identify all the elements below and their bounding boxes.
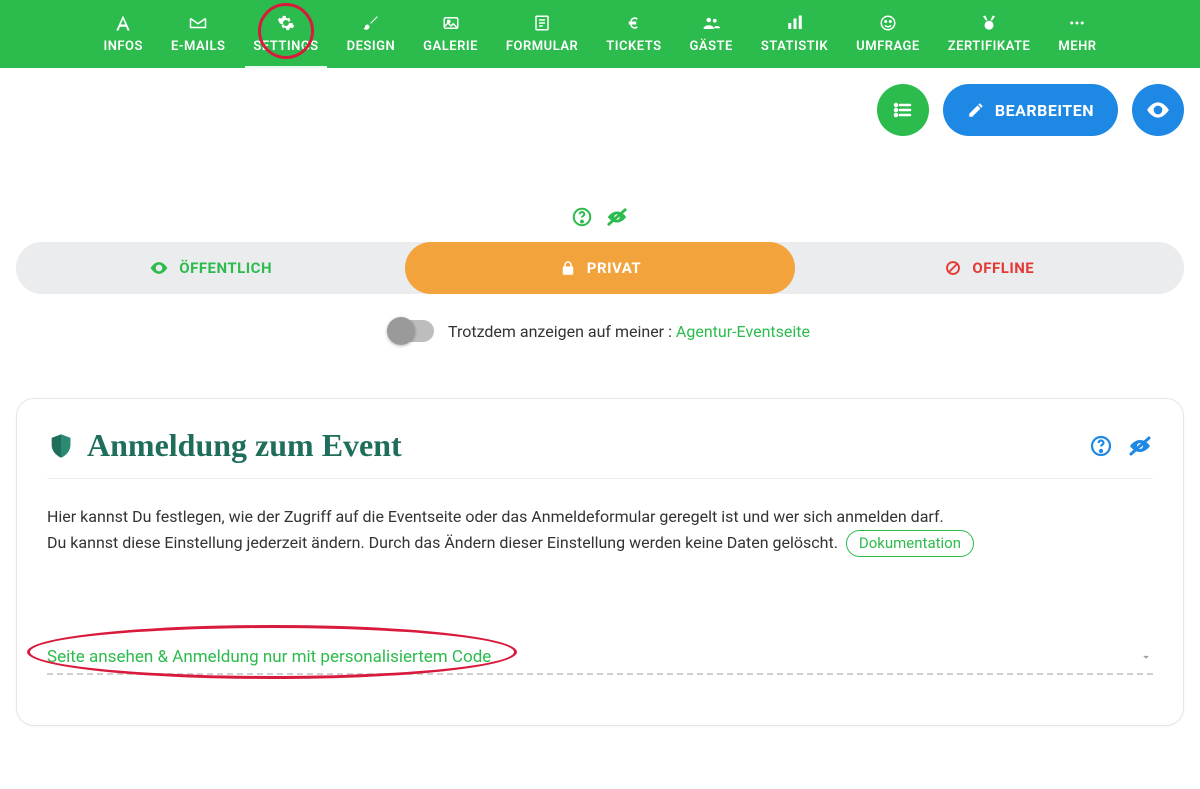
nav-item-tickets[interactable]: TICKETS	[592, 13, 675, 68]
nav-label: STATISTIK	[761, 39, 828, 54]
nav-item-zertifikate[interactable]: ZERTIFIKATE	[934, 13, 1045, 68]
segment-offline[interactable]: OFFLINE	[795, 242, 1184, 294]
image-icon	[441, 13, 461, 33]
event-registration-card: Anmeldung zum Event Hier kannst Du festl…	[16, 398, 1184, 726]
segment-public-label: ÖFFENTLICH	[179, 259, 272, 277]
nav-label: MEHR	[1058, 39, 1096, 54]
nav-label: TICKETS	[606, 39, 661, 54]
help-icon[interactable]	[1089, 434, 1113, 458]
nav-label: GÄSTE	[690, 39, 733, 54]
users-icon	[701, 13, 721, 33]
shield-icon	[47, 432, 75, 460]
nav-item-settings[interactable]: SETTINGS	[239, 13, 332, 68]
envelope-icon	[188, 13, 208, 33]
pencil-icon	[967, 101, 985, 119]
top-nav: INFOS E-MAILS SETTINGS DESIGN GALERIE FO…	[0, 0, 1200, 68]
nav-item-statistik[interactable]: STATISTIK	[747, 13, 842, 68]
smile-icon	[878, 13, 898, 33]
segment-private-label: PRIVAT	[587, 259, 641, 277]
show-anyway-prefix: Trotzdem anzeigen auf meiner :	[448, 322, 672, 341]
documentation-link[interactable]: Dokumentation	[846, 530, 974, 557]
euro-icon	[624, 13, 644, 33]
nav-item-umfrage[interactable]: UMFRAGE	[842, 13, 934, 68]
nav-label: INFOS	[103, 39, 142, 54]
card-desc-line1: Hier kannst Du festlegen, wie der Zugrif…	[47, 505, 1153, 530]
help-icon[interactable]	[571, 206, 593, 228]
bars-icon	[785, 13, 805, 33]
visibility-segment: ÖFFENTLICH PRIVAT OFFLINE	[16, 242, 1184, 294]
show-anyway-row: Trotzdem anzeigen auf meiner : Agentur-E…	[0, 320, 1200, 342]
segment-public[interactable]: ÖFFENTLICH	[16, 242, 405, 294]
nav-label: GALERIE	[423, 39, 478, 54]
nav-label: DESIGN	[347, 39, 396, 54]
nav-label: UMFRAGE	[856, 39, 920, 54]
card-title: Anmeldung zum Event	[87, 427, 402, 464]
agency-page-link[interactable]: Agentur-Eventseite	[676, 322, 810, 341]
access-mode-select[interactable]: Seite ansehen & Anmeldung nur mit person…	[47, 647, 1153, 675]
nav-item-gaeste[interactable]: GÄSTE	[676, 13, 747, 68]
ban-icon	[944, 259, 962, 277]
nav-label: FORMULAR	[506, 39, 578, 54]
nav-item-design[interactable]: DESIGN	[333, 13, 410, 68]
nav-label: E-MAILS	[171, 39, 225, 54]
show-anyway-toggle[interactable]	[390, 320, 434, 342]
medal-icon	[979, 13, 999, 33]
nav-item-galerie[interactable]: GALERIE	[409, 13, 492, 68]
segment-offline-label: OFFLINE	[972, 259, 1034, 277]
eye-slash-icon[interactable]	[1127, 434, 1153, 458]
nav-label: SETTINGS	[253, 39, 318, 54]
eye-slash-icon[interactable]	[605, 206, 629, 228]
edit-button-label: BEARBEITEN	[995, 101, 1094, 120]
font-a-icon	[113, 13, 133, 33]
nav-item-mehr[interactable]: MEHR	[1044, 13, 1110, 68]
access-mode-value: Seite ansehen & Anmeldung nur mit person…	[47, 647, 491, 667]
lock-icon	[559, 259, 577, 277]
segment-private[interactable]: PRIVAT	[405, 242, 794, 294]
list-button[interactable]	[877, 84, 929, 136]
eye-icon	[1145, 97, 1171, 123]
gear-icon	[276, 13, 296, 33]
action-row: BEARBEITEN	[0, 68, 1200, 136]
list-icon	[891, 98, 915, 122]
edit-button[interactable]: BEARBEITEN	[943, 84, 1118, 136]
card-desc-line2: Du kannst diese Einstellung jederzeit än…	[47, 533, 838, 552]
card-description: Hier kannst Du festlegen, wie der Zugrif…	[47, 505, 1153, 557]
nav-item-emails[interactable]: E-MAILS	[157, 13, 239, 68]
nav-item-formular[interactable]: FORMULAR	[492, 13, 592, 68]
brush-icon	[361, 13, 381, 33]
nav-label: ZERTIFIKATE	[948, 39, 1031, 54]
chevron-down-icon	[1139, 650, 1153, 664]
card-header: Anmeldung zum Event	[47, 427, 1153, 479]
eye-icon	[149, 258, 169, 278]
help-row	[0, 206, 1200, 228]
dots-icon	[1067, 13, 1087, 33]
form-icon	[532, 13, 552, 33]
preview-button[interactable]	[1132, 84, 1184, 136]
nav-item-infos[interactable]: INFOS	[89, 13, 156, 68]
